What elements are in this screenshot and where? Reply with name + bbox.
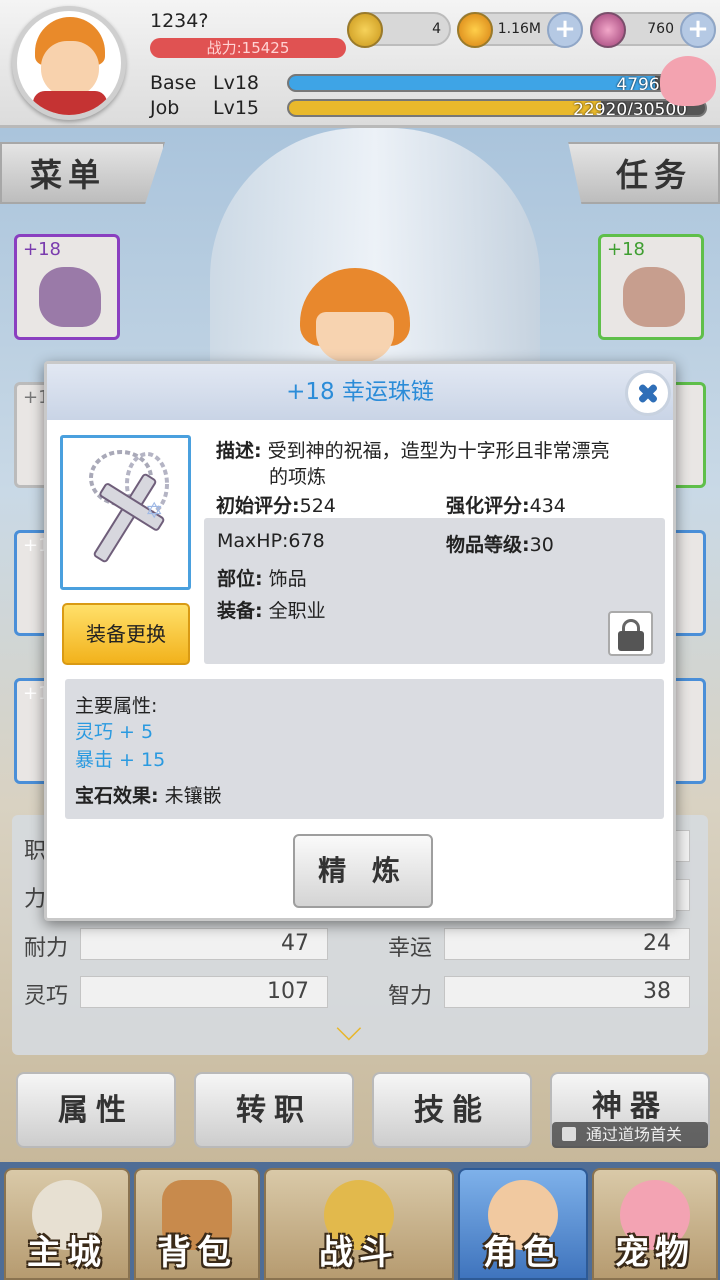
stat-label-int: 智力 [388, 984, 433, 1009]
tab-attributes[interactable]: 属性 [16, 1072, 176, 1148]
item-level-value: 30 [529, 534, 554, 556]
item-info-box: MaxHP:678 物品等级:30 部位: 饰品 装备: 全职业 [204, 518, 665, 664]
job-level: Lv15 [213, 97, 260, 119]
zeny-coin-icon [347, 12, 383, 48]
chevron-down-icon[interactable]: ⌵ [336, 1012, 362, 1046]
item-maxhp: MaxHP:678 [217, 530, 325, 552]
artifact-lock-note: 通过道场首关 [552, 1122, 708, 1148]
item-level: 物品等级:30 [446, 530, 554, 557]
item-title: +18 幸运珠链 [286, 379, 434, 405]
nav-label: 宠物 [615, 1233, 695, 1273]
swap-equipment-button[interactable]: 装备更换 [62, 603, 190, 665]
attr-crit: 暴击 + 15 [75, 749, 166, 771]
nav-character[interactable]: 角色 [458, 1168, 588, 1280]
crystal-resource: 760 + [590, 12, 716, 48]
desc-text-line2: 的项炼 [269, 466, 327, 488]
top-hud: 1234? 战力:15425 4 1.16M + 760 + Base Lv18… [0, 0, 720, 128]
nav-label: 主城 [27, 1233, 107, 1273]
job-exp-fill [289, 101, 601, 115]
player-name: 1234? [150, 10, 209, 32]
item-level-label: 物品等级: [446, 534, 530, 556]
part-value: 饰品 [268, 568, 307, 590]
stat-label-vit: 耐力 [24, 936, 69, 961]
equip-label: 装备: [217, 600, 263, 622]
enhance-score-label: 强化评分: [446, 495, 530, 517]
job-label: Job [150, 97, 180, 119]
nav-main-city[interactable]: 主城 [4, 1168, 130, 1280]
player-avatar[interactable] [12, 6, 126, 120]
tab-job-change[interactable]: 转职 [194, 1072, 354, 1148]
part-label: 部位: [217, 568, 263, 590]
stat-value-luk: 24 [444, 928, 690, 960]
nav-backpack[interactable]: 背包 [134, 1168, 260, 1280]
equip-slot-headgear[interactable]: +18 [14, 234, 120, 340]
quest-button[interactable]: 任务 [568, 142, 720, 204]
base-exp-fill [289, 76, 656, 90]
cross-rosary-icon: ✡ [89, 450, 169, 563]
item-description: 描述: 受到神的祝福，造型为十字形且非常漂亮 [216, 436, 661, 463]
stat-label-dex: 灵巧 [24, 984, 69, 1009]
stat-value-int: 38 [444, 976, 690, 1008]
stat-label-luk: 幸运 [388, 936, 433, 961]
base-label: Base [150, 72, 197, 94]
gem-label: 宝石效果: [75, 785, 159, 807]
cloak-icon [623, 267, 685, 327]
crystal-value: 760 [647, 21, 674, 37]
nav-pet[interactable]: 宠物 [592, 1168, 718, 1280]
base-exp-bar: 47964/5 [287, 74, 707, 92]
base-score: 初始评分:524 [216, 491, 336, 518]
nav-battle[interactable]: 战斗 [264, 1168, 454, 1280]
gold-coin-icon [457, 12, 493, 48]
enhance-score: 强化评分:434 [446, 491, 566, 518]
nav-label: 战斗 [319, 1233, 399, 1273]
base-score-label: 初始评分: [216, 495, 300, 517]
stat-value-vit: 47 [80, 928, 328, 960]
gold-value: 1.16M [497, 21, 541, 37]
desc-label: 描述: [216, 440, 262, 462]
slot-level: +18 [607, 239, 645, 260]
item-part: 部位: 饰品 [217, 564, 307, 591]
base-level: Lv18 [213, 72, 260, 94]
item-attributes-box: 主要属性: 灵巧 + 5 暴击 + 15 宝石效果: 未镶嵌 [65, 679, 664, 819]
desc-text: 受到神的祝福，造型为十字形且非常漂亮 [267, 440, 610, 462]
lock-icon[interactable] [608, 611, 653, 656]
menu-button[interactable]: 菜单 [0, 142, 165, 204]
combat-power: 战力:15425 [150, 38, 346, 58]
job-exp-bar: 22920/30500 [287, 99, 707, 117]
gold-resource: 1.16M + [457, 12, 583, 48]
svg-text:✡: ✡ [145, 499, 163, 524]
add-gold-button[interactable]: + [547, 12, 583, 48]
nav-label: 背包 [157, 1233, 237, 1273]
gem-value: 未镶嵌 [164, 785, 222, 807]
hero-face [316, 312, 394, 362]
attr-dex: 灵巧 + 5 [75, 721, 154, 743]
equip-slot-garment[interactable]: +18 [598, 234, 704, 340]
base-score-value: 524 [299, 495, 336, 517]
lock-icon [562, 1127, 576, 1141]
lock-note-text: 通过道场首关 [586, 1125, 683, 1144]
refine-button[interactable]: 精 炼 [293, 834, 433, 908]
zeny-resource: 4 [347, 12, 451, 48]
nav-label: 角色 [483, 1233, 563, 1273]
item-equip: 装备: 全职业 [217, 596, 326, 623]
stat-value-dex: 107 [80, 976, 328, 1008]
equip-value: 全职业 [268, 600, 326, 622]
stat-label-job: 职 [24, 839, 47, 864]
item-detail-dialog: +18 幸运珠链 ✡ 装备更换 描述: 受到神的祝福，造型为十字形且非常漂亮 的… [44, 361, 676, 921]
close-icon[interactable] [625, 370, 671, 416]
tab-skills[interactable]: 技能 [372, 1072, 532, 1148]
main-attr-label: 主要属性: [75, 695, 158, 717]
zeny-value: 4 [432, 21, 441, 37]
stat-label-str: 力 [24, 887, 47, 912]
crystal-gem-icon [590, 12, 626, 48]
enhance-score-value: 434 [529, 495, 566, 517]
bow-headgear-icon [39, 267, 101, 327]
gem-effect: 宝石效果: 未镶嵌 [75, 781, 222, 808]
add-crystal-button[interactable]: + [680, 12, 716, 48]
item-image-frame: ✡ [60, 435, 191, 590]
pet-poring-icon[interactable] [660, 56, 716, 106]
slot-level: +18 [23, 239, 61, 260]
